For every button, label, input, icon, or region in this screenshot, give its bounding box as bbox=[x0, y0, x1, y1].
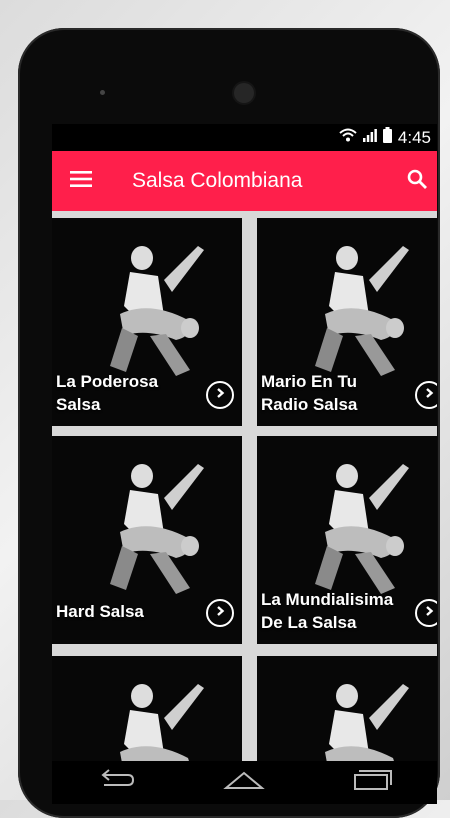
status-time: 4:45 bbox=[397, 127, 431, 147]
screen: 4:45 Salsa Colombiana La Poderosa Salsa … bbox=[52, 124, 437, 804]
chevron-right-icon bbox=[423, 386, 435, 404]
front-camera bbox=[234, 83, 254, 103]
battery-icon bbox=[382, 127, 392, 148]
station-card[interactable]: Hard Salsa bbox=[52, 436, 242, 644]
app-bar: Salsa Colombiana bbox=[52, 151, 437, 211]
chevron-right-icon bbox=[214, 604, 226, 622]
status-bar: 4:45 bbox=[52, 124, 437, 151]
recents-icon[interactable] bbox=[353, 769, 393, 796]
station-name: La Poderosa Salsa bbox=[56, 370, 158, 416]
station-card[interactable]: La Mundialisima De La Salsa bbox=[257, 436, 437, 644]
app-title: Salsa Colombiana bbox=[132, 169, 303, 192]
play-button[interactable] bbox=[415, 599, 437, 627]
dancer-image bbox=[110, 246, 204, 376]
station-grid: La Poderosa Salsa Mario En Tu Radio Sals… bbox=[52, 211, 437, 766]
station-card[interactable]: La Poderosa Salsa bbox=[52, 218, 242, 426]
signal-icon bbox=[362, 128, 377, 147]
station-card[interactable] bbox=[52, 656, 242, 766]
search-button[interactable] bbox=[397, 151, 437, 211]
station-name-line2: De La Salsa bbox=[261, 613, 357, 632]
station-card[interactable] bbox=[257, 656, 437, 766]
station-name-line1: Hard Salsa bbox=[56, 602, 144, 621]
menu-button[interactable] bbox=[58, 151, 104, 211]
station-name-line2: Salsa bbox=[56, 395, 101, 414]
navigation-bar bbox=[52, 761, 437, 804]
back-icon[interactable] bbox=[96, 769, 136, 796]
play-button[interactable] bbox=[415, 381, 437, 409]
station-name-line1: La Mundialisima bbox=[261, 590, 394, 609]
chevron-right-icon bbox=[214, 386, 226, 404]
station-name-line2: Radio Salsa bbox=[261, 395, 358, 414]
home-icon[interactable] bbox=[223, 769, 266, 796]
station-name-line1: Mario En Tu bbox=[261, 372, 358, 391]
play-button[interactable] bbox=[206, 599, 234, 627]
station-name: Mario En Tu Radio Salsa bbox=[261, 370, 357, 416]
station-name: Hard Salsa bbox=[56, 600, 144, 623]
phone-frame: 4:45 Salsa Colombiana La Poderosa Salsa … bbox=[18, 28, 440, 818]
search-icon bbox=[407, 169, 427, 194]
station-name-line1: La Poderosa bbox=[56, 372, 159, 391]
dancer-image bbox=[110, 464, 204, 594]
dancer-image bbox=[315, 246, 409, 376]
station-card[interactable]: Mario En Tu Radio Salsa bbox=[257, 218, 437, 426]
chevron-right-icon bbox=[423, 604, 435, 622]
dancer-image bbox=[315, 464, 409, 594]
play-button[interactable] bbox=[206, 381, 234, 409]
sensor-dot bbox=[100, 90, 105, 95]
menu-icon bbox=[70, 170, 92, 192]
dancer-image bbox=[325, 684, 409, 766]
station-name: La Mundialisima De La Salsa bbox=[261, 588, 393, 634]
wifi-icon bbox=[339, 128, 357, 147]
dancer-image bbox=[120, 684, 204, 766]
